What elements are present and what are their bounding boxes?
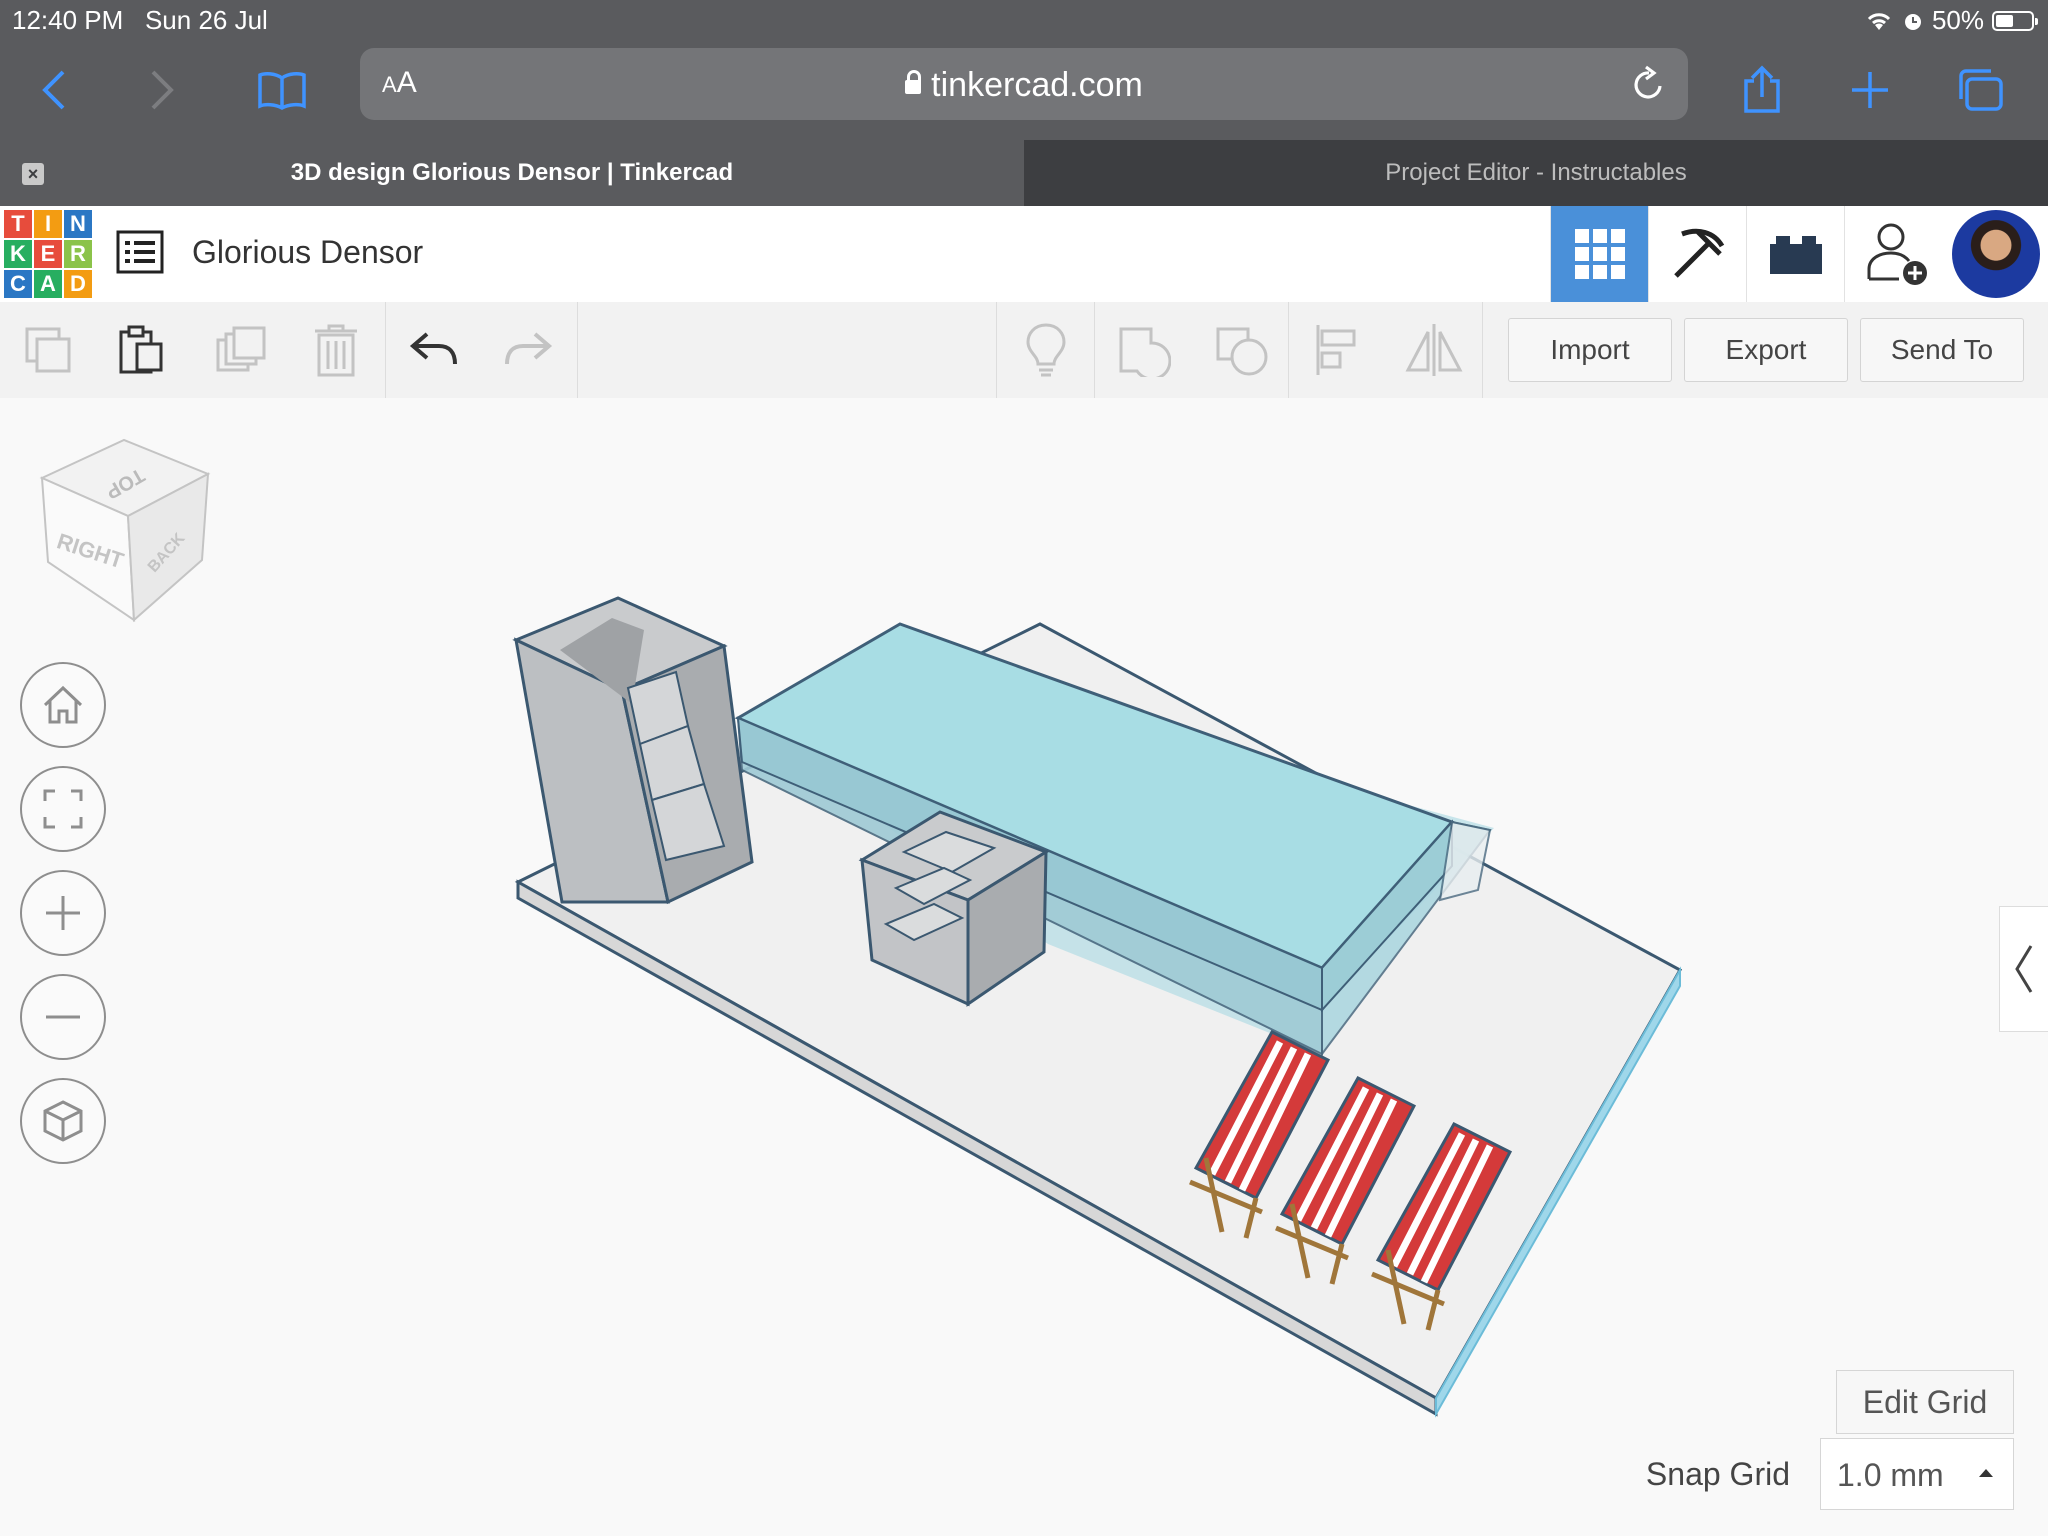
tab-instructables[interactable]: Project Editor - Instructables	[1024, 140, 2048, 206]
status-right: 50%	[1864, 5, 2038, 36]
book-icon	[258, 72, 306, 110]
tall-staircase[interactable]	[512, 596, 754, 905]
toolbar-divider	[385, 302, 386, 398]
battery-icon	[1992, 10, 2038, 31]
reload-icon[interactable]	[1630, 64, 1668, 104]
trash-icon	[315, 324, 357, 377]
alarm-icon	[1904, 13, 1921, 30]
logo-letter: D	[64, 270, 92, 298]
import-button[interactable]: Import	[1508, 318, 1672, 382]
pickaxe-icon	[1674, 228, 1725, 278]
design-list-button[interactable]	[116, 230, 164, 274]
back-button[interactable]	[24, 60, 84, 120]
caret-up-icon	[1979, 1469, 1993, 1477]
close-tab-icon[interactable]: ×	[22, 163, 44, 185]
undo-icon	[409, 332, 457, 365]
toolbar-divider	[577, 302, 578, 398]
user-avatar[interactable]	[1952, 210, 2040, 298]
align-icon	[1316, 325, 1356, 375]
toolbar-divider	[1482, 302, 1483, 398]
align-button[interactable]	[1308, 320, 1368, 380]
edit-grid-button[interactable]: Edit Grid	[1836, 1370, 2014, 1434]
shapes-panel-toggle[interactable]	[1999, 906, 2048, 1032]
new-tab-button[interactable]	[1840, 60, 1900, 120]
group-button[interactable]	[1114, 320, 1174, 380]
toolbar-divider	[1094, 302, 1095, 398]
bookmarks-button[interactable]	[252, 60, 312, 120]
tinkercad-logo[interactable]: TIN KER CAD	[4, 210, 92, 298]
ungroup-button[interactable]	[1212, 320, 1272, 380]
redo-button[interactable]	[498, 320, 558, 380]
safari-nav-bar: AA tinkercad.com	[0, 40, 2048, 140]
mirror-icon	[1405, 324, 1463, 376]
toolbar-divider	[1288, 302, 1289, 398]
tinkercad-header: TIN KER CAD Glorious Densor	[0, 206, 2048, 303]
mirror-button[interactable]	[1404, 320, 1464, 380]
logo-letter: T	[4, 210, 32, 238]
lightbulb-icon	[1026, 323, 1066, 377]
status-time: 12:40 PM Sun 26 Jul	[12, 5, 268, 35]
tabs-icon	[1959, 69, 2003, 111]
minecraft-view-button[interactable]	[1648, 206, 1747, 302]
browser-chrome: 12:40 PM Sun 26 Jul 50% AA tinkercad.com	[0, 0, 2048, 206]
export-button[interactable]: Export	[1684, 318, 1848, 382]
bricks-view-button[interactable]	[1746, 206, 1845, 302]
redo-icon	[505, 332, 553, 365]
browser-tabs: × 3D design Glorious Densor | Tinkercad …	[0, 140, 2048, 206]
logo-letter: I	[34, 210, 62, 238]
undo-button[interactable]	[404, 320, 464, 380]
notes-button[interactable]	[1016, 320, 1076, 380]
snap-grid-select[interactable]: 1.0 mm	[1820, 1438, 2014, 1510]
editor-toolbar: Import Export Send To	[0, 302, 2048, 399]
duplicate-icon	[216, 326, 266, 372]
logo-letter: N	[64, 210, 92, 238]
tabs-overview-button[interactable]	[1950, 60, 2010, 120]
add-user-icon	[1867, 223, 1927, 285]
3d-design-view-button[interactable]	[1550, 206, 1649, 302]
list-icon	[116, 230, 164, 274]
delete-button[interactable]	[306, 320, 366, 380]
design-title[interactable]: Glorious Densor	[192, 234, 423, 271]
share-button[interactable]	[1732, 60, 1792, 120]
share-icon	[1744, 65, 1780, 113]
forward-button[interactable]	[132, 60, 192, 120]
workplane-canvas[interactable]: TOP RIGHT BACK Edit Grid Snap Grid 1.0 m…	[0, 398, 2048, 1536]
3d-scene[interactable]	[0, 398, 2048, 1536]
logo-letter: C	[4, 270, 32, 298]
logo-letter: A	[34, 270, 62, 298]
wifi-icon	[1867, 12, 1891, 30]
plus-icon	[1852, 72, 1888, 108]
send-to-button[interactable]: Send To	[1860, 318, 2024, 382]
chevron-left-icon	[2015, 945, 2033, 993]
invite-user-button[interactable]	[1844, 206, 1951, 302]
address-bar[interactable]: AA tinkercad.com	[360, 48, 1688, 120]
snap-grid-label: Snap Grid	[1645, 1456, 1790, 1492]
logo-letter: R	[64, 240, 92, 268]
duplicate-button[interactable]	[210, 320, 270, 380]
battery-percent: 50%	[1931, 5, 1984, 35]
logo-letter: E	[34, 240, 62, 268]
ungroup-icon	[1216, 327, 1268, 376]
copy-button[interactable]	[18, 320, 78, 380]
logo-letter: K	[4, 240, 32, 268]
paste-button[interactable]	[110, 320, 170, 380]
grid-icon	[1575, 229, 1625, 279]
tab-tinkercad[interactable]: × 3D design Glorious Densor | Tinkercad	[0, 140, 1024, 206]
status-bar: 12:40 PM Sun 26 Jul 50%	[0, 0, 2048, 40]
lock-icon	[905, 70, 922, 94]
copy-icon	[25, 327, 71, 373]
toolbar-divider	[996, 302, 997, 398]
url-text: tinkercad.com	[360, 66, 1688, 105]
chevron-left-icon	[42, 70, 65, 110]
chevron-right-icon	[151, 70, 174, 110]
clipboard-icon	[119, 325, 163, 374]
brick-icon	[1770, 236, 1822, 274]
group-icon	[1119, 327, 1171, 377]
